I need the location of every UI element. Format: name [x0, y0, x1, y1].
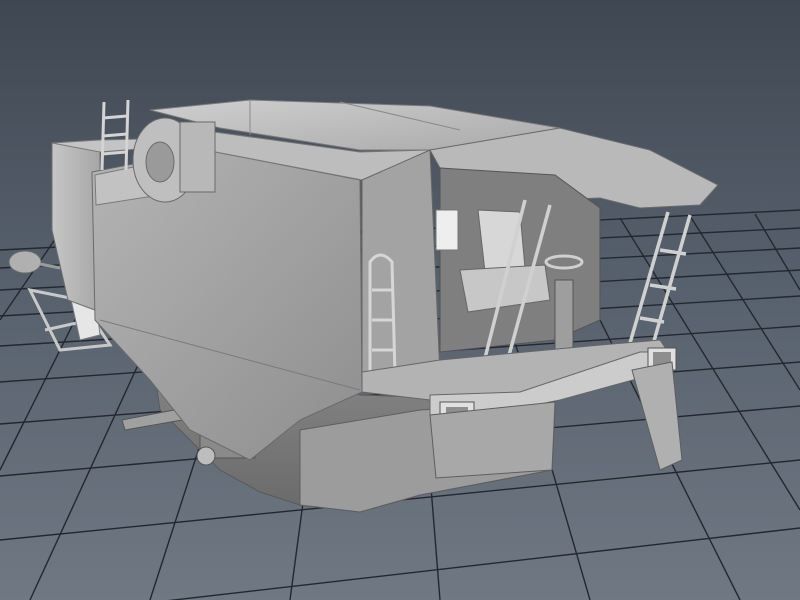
- front-panel: [361, 149, 441, 393]
- 3d-viewport[interactable]: [0, 0, 800, 600]
- front-fender: [631, 361, 683, 471]
- cab-side-panel: [435, 209, 459, 251]
- top-ladder: [100, 99, 130, 171]
- drum-housing: [132, 117, 216, 203]
- side-mirror: [8, 250, 61, 274]
- viewport-scene: [0, 99, 800, 600]
- lower-front-block: [429, 401, 556, 479]
